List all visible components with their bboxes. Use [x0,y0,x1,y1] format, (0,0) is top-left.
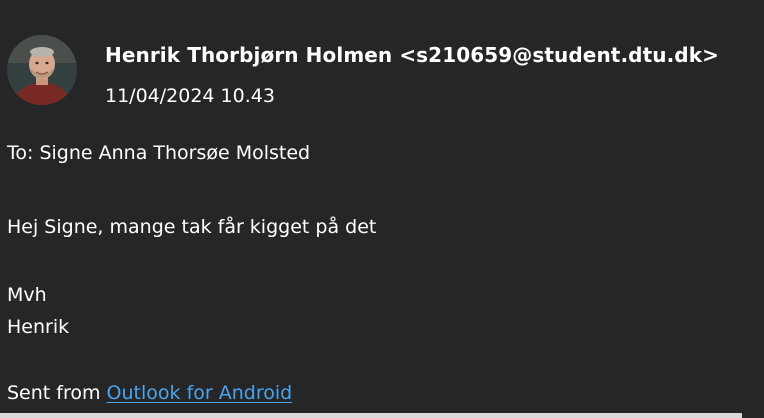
email-header: Henrik Thorbjørn Holmen <s210659@student… [7,35,764,107]
body-signoff-name: Henrik [7,316,70,338]
body-closing-line: Mvh [7,284,47,306]
avatar[interactable] [7,35,77,105]
outlook-for-android-link[interactable]: Outlook for Android [107,382,293,404]
sent-from-signature: Sent from Outlook for Android [7,382,292,404]
sender-photo-icon [7,35,77,105]
body-greeting-line: Hej Signe, mange tak får kigget på det [7,216,377,238]
bottom-scrollbar[interactable] [0,413,742,418]
sent-date: 11/04/2024 10.43 [105,85,275,107]
sender-name[interactable]: Henrik Thorbjørn Holmen <s210659@student… [105,43,719,67]
recipient-line: To: Signe Anna Thorsøe Molsted [7,142,311,164]
sent-from-prefix: Sent from [7,382,107,404]
